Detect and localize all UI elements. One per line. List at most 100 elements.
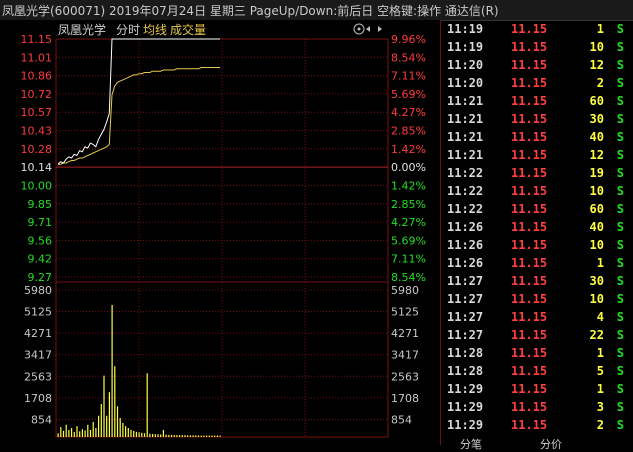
volume-bar xyxy=(197,435,200,437)
volume-tick-label: 2563 xyxy=(391,370,419,383)
tick-time: 11:27 xyxy=(447,310,484,324)
percent-tick-label: 8.54% xyxy=(391,271,426,284)
mode-label: 分时 xyxy=(116,23,140,37)
tick-time: 11:28 xyxy=(447,346,484,360)
volume-bar xyxy=(152,433,154,437)
tick-price: 11.15 xyxy=(511,274,548,288)
volume-bar xyxy=(192,435,194,437)
tab-ticks[interactable]: 分笔 xyxy=(460,436,482,452)
tick-side: S xyxy=(616,382,624,396)
avg-line-label: 均线 xyxy=(143,23,167,37)
volume-label: 成交量 xyxy=(170,22,206,37)
tick-volume: 30 xyxy=(589,112,604,126)
volume-bar xyxy=(149,433,151,437)
volume-bar xyxy=(168,434,170,437)
tick-time: 11:21 xyxy=(447,130,484,144)
tick-side: S xyxy=(616,346,624,360)
volume-bar xyxy=(146,373,148,437)
tick-side: S xyxy=(616,220,624,234)
tick-row: 11:28 11.15 1 S xyxy=(441,344,633,362)
tick-side: S xyxy=(616,202,624,216)
volume-bar xyxy=(122,422,124,437)
volume-bar xyxy=(173,434,175,437)
volume-bar xyxy=(181,435,183,437)
percent-tick-label: 8.54% xyxy=(391,51,426,64)
percent-tick-label: 7.11% xyxy=(391,70,426,83)
volume-bar xyxy=(111,304,113,437)
volume-bar xyxy=(60,427,62,437)
volume-tick-label: 5125 xyxy=(391,306,419,319)
tick-volume: 12 xyxy=(589,148,604,162)
tick-row: 11:21 11.15 12 S xyxy=(441,146,633,164)
tick-time: 11:26 xyxy=(447,238,484,252)
volume-tick-label: 1708 xyxy=(391,392,419,405)
volume-bar xyxy=(154,434,156,437)
volume-bar xyxy=(208,435,210,437)
volume-bar xyxy=(62,430,65,437)
percent-tick-label: 0.00% xyxy=(391,161,426,174)
volume-tick-label: 854 xyxy=(31,413,52,426)
price-tick-label: 9.56 xyxy=(28,234,53,247)
tick-time: 11:19 xyxy=(447,22,484,36)
volume-bar xyxy=(143,433,146,437)
tick-volume: 1 xyxy=(596,256,604,270)
volume-tick-label: 4271 xyxy=(391,327,419,340)
tick-side: S xyxy=(616,58,624,72)
tick-list[interactable]: 11:19 11.15 1 S 11:19 11.15 10 S 11:20 11.15 12 S 11… xyxy=(440,20,633,445)
tick-volume: 60 xyxy=(589,94,604,108)
volume-tick-label: 1708 xyxy=(24,392,52,405)
volume-tick-label: 4271 xyxy=(24,327,52,340)
tick-price: 11.15 xyxy=(511,184,548,198)
tick-price: 11.15 xyxy=(511,148,548,162)
volume-bar xyxy=(114,366,116,437)
volume-bar xyxy=(84,430,86,437)
tick-side: S xyxy=(616,166,624,180)
volume-bar xyxy=(200,435,202,437)
volume-tick-label: 2563 xyxy=(24,370,52,383)
tick-price: 11.15 xyxy=(511,94,548,108)
tick-tabs: 分笔 分价 xyxy=(440,437,633,451)
tick-volume: 60 xyxy=(589,202,604,216)
tick-row: 11:22 11.15 19 S xyxy=(441,164,633,182)
volume-tick-label: 3417 xyxy=(24,349,52,362)
tick-price: 11.15 xyxy=(511,238,548,252)
price-tick-label: 9.42 xyxy=(28,253,53,266)
volume-bar xyxy=(65,424,67,437)
volume-bar xyxy=(92,421,94,437)
tick-volume: 22 xyxy=(589,328,604,342)
tick-side: S xyxy=(616,310,624,324)
tick-side: S xyxy=(616,418,624,432)
volume-bar xyxy=(76,426,78,437)
price-tick-label: 9.27 xyxy=(28,271,53,284)
tick-row: 11:22 11.15 60 S xyxy=(441,200,633,218)
tick-time: 11:29 xyxy=(447,418,484,432)
volume-bar xyxy=(87,424,89,437)
tick-row: 11:27 11.15 22 S xyxy=(441,326,633,344)
tick-time: 11:22 xyxy=(447,202,484,216)
tick-time: 11:20 xyxy=(447,76,484,90)
tick-price: 11.15 xyxy=(511,202,548,216)
volume-bar xyxy=(57,433,59,437)
window-title: 凤凰光学(600071) 2019年07月24日 星期三 PageUp/Down… xyxy=(2,4,499,18)
tick-volume: 2 xyxy=(596,76,604,90)
intraday-chart[interactable]: 凤凰光学 分时 均线 成交量 11.15 11.01 10.86 10.72 10.57… xyxy=(0,20,440,445)
volume-bar xyxy=(79,431,81,437)
tick-time: 11:27 xyxy=(447,292,484,306)
tick-price: 11.15 xyxy=(511,58,548,72)
volume-bar xyxy=(216,435,218,437)
tick-side: S xyxy=(616,256,624,270)
volume-bar xyxy=(103,375,105,437)
volume-bar xyxy=(214,435,216,437)
tick-price: 11.15 xyxy=(511,418,548,432)
percent-tick-label: 2.85% xyxy=(391,125,426,138)
tick-price: 11.15 xyxy=(511,112,548,126)
tick-price: 11.15 xyxy=(511,256,548,270)
price-tick-label: 10.00 xyxy=(21,179,53,192)
tick-row: 11:20 11.15 12 S xyxy=(441,56,633,74)
volume-tick-label: 5980 xyxy=(24,284,52,297)
tab-price-distribution[interactable]: 分价 xyxy=(540,436,562,452)
tick-row: 11:21 11.15 40 S xyxy=(441,128,633,146)
volume-bar xyxy=(81,429,83,437)
tick-time: 11:21 xyxy=(447,94,484,108)
price-tick-label: 11.15 xyxy=(21,33,53,46)
